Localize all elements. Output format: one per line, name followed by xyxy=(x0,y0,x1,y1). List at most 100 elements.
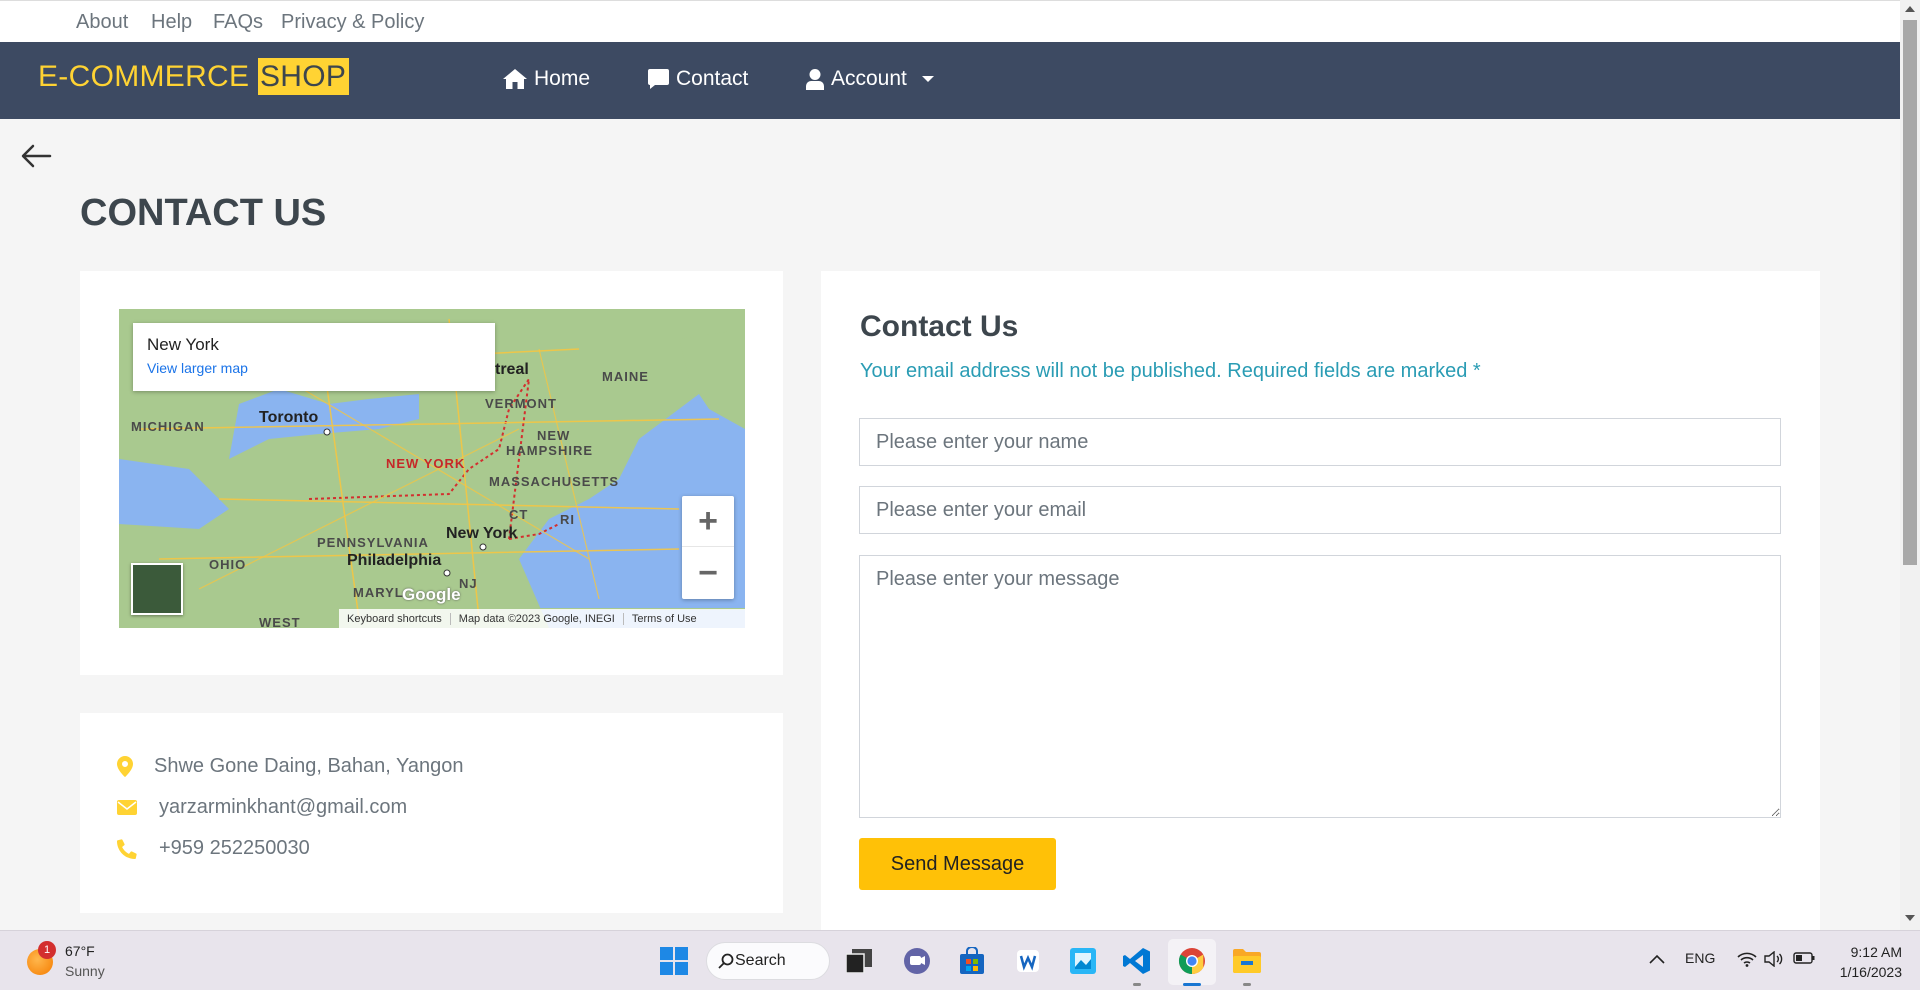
about-link[interactable]: About xyxy=(76,11,128,34)
chevron-up-icon xyxy=(1649,954,1665,964)
network-status[interactable] xyxy=(1737,951,1757,970)
top-bar: About Help FAQs Privacy & Policy xyxy=(0,0,1900,42)
map-label-michigan: MICHIGAN xyxy=(131,419,205,434)
map-label-new-york-state: NEW YORK xyxy=(386,456,466,471)
task-view-icon xyxy=(846,949,872,973)
scroll-thumb[interactable] xyxy=(1903,20,1917,565)
explorer-running-indicator xyxy=(1243,983,1251,986)
address-text: Shwe Gone Daing, Bahan, Yangon xyxy=(154,755,464,777)
image-app-icon xyxy=(1070,948,1096,974)
map-label-new-hampshire-1: NEW xyxy=(537,428,571,443)
scroll-up-arrow-icon[interactable] xyxy=(1905,6,1915,12)
clock-date: 1/16/2023 xyxy=(1839,964,1902,980)
arrow-left-icon xyxy=(21,144,52,168)
email-input[interactable] xyxy=(859,486,1781,534)
map-city-montreal: treal xyxy=(495,361,529,378)
map-label-new-hampshire-2: HAMPSHIRE xyxy=(506,443,594,458)
zoom-out-button[interactable]: − xyxy=(682,548,734,599)
language-indicator[interactable]: ENG xyxy=(1685,950,1715,966)
taskbar-search-label: Search xyxy=(735,952,786,969)
speaker-icon xyxy=(1764,950,1783,968)
email-text: yarzarminkhant@gmail.com xyxy=(159,796,408,818)
google-logo: Google xyxy=(402,585,461,604)
name-input[interactable] xyxy=(859,418,1781,466)
phone-text: +959 252250030 xyxy=(159,837,310,859)
document-app-icon xyxy=(1017,950,1039,972)
google-map[interactable]: MICHIGAN OHIO PENNSYLVANIA NEW YORK VERM… xyxy=(119,309,745,628)
show-hidden-icons[interactable] xyxy=(1649,951,1665,967)
vscode-running-indicator xyxy=(1133,983,1141,986)
address-row: Shwe Gone Daing, Bahan, Yangon xyxy=(117,755,464,778)
brand-main: E-COMMERCE xyxy=(38,60,250,93)
phone-row: +959 252250030 xyxy=(117,837,310,860)
home-icon xyxy=(503,69,527,89)
form-required-note: Your email address will not be published… xyxy=(860,360,1481,382)
main-navbar: E-COMMERCE SHOP Home Contact Account xyxy=(0,42,1900,119)
vscode-app[interactable] xyxy=(1119,943,1155,979)
nav-contact[interactable]: Contact xyxy=(648,67,748,91)
nav-home-label: Home xyxy=(534,67,591,90)
comment-icon xyxy=(648,69,669,89)
map-label-maryland: MARYL xyxy=(353,585,404,600)
nav-home[interactable]: Home xyxy=(503,67,590,91)
map-label-maine: MAINE xyxy=(602,369,649,384)
system-clock[interactable]: 9:12 AM 1/16/2023 xyxy=(1840,942,1902,982)
taskbar-search[interactable]: Search xyxy=(706,942,830,980)
map-label-ri: RI xyxy=(560,512,575,527)
map-marker-icon xyxy=(117,756,133,777)
teams-chat-app[interactable] xyxy=(899,943,935,979)
faqs-link[interactable]: FAQs xyxy=(213,11,263,34)
battery-icon xyxy=(1793,952,1815,964)
nav-account-dropdown[interactable]: Account xyxy=(806,67,934,91)
page-scrollbar[interactable] xyxy=(1900,0,1920,930)
start-button[interactable] xyxy=(656,943,692,979)
task-view-button[interactable] xyxy=(841,943,877,979)
windows-logo-icon xyxy=(660,947,688,975)
battery-status[interactable] xyxy=(1793,951,1815,968)
help-link[interactable]: Help xyxy=(151,11,192,34)
keyboard-shortcuts-link[interactable]: Keyboard shortcuts xyxy=(339,612,451,625)
weather-condition: Sunny xyxy=(65,963,105,979)
chrome-running-indicator xyxy=(1183,983,1201,986)
email-row: yarzarminkhant@gmail.com xyxy=(117,796,407,819)
weather-temperature: 67°F xyxy=(65,943,95,959)
file-explorer-app[interactable] xyxy=(1229,943,1265,979)
brand-highlight: SHOP xyxy=(257,58,350,95)
chat-icon xyxy=(904,948,930,974)
nav-account-label: Account xyxy=(831,67,907,90)
map-zoom-controls: + − xyxy=(682,496,734,599)
microsoft-store-app[interactable] xyxy=(954,943,990,979)
search-icon xyxy=(718,953,734,969)
map-data-attribution: Map data ©2023 Google, INEGI xyxy=(451,612,624,625)
user-icon xyxy=(806,68,824,90)
folder-icon xyxy=(1233,949,1261,973)
privacy-policy-link[interactable]: Privacy & Policy xyxy=(281,11,424,34)
phone-icon xyxy=(117,838,137,859)
map-label-vermont: VERMONT xyxy=(485,396,557,411)
vscode-icon xyxy=(1123,948,1150,974)
brand-logo[interactable]: E-COMMERCE SHOP xyxy=(38,58,350,95)
chevron-down-icon xyxy=(921,76,934,82)
photo-viewer-app[interactable] xyxy=(1065,943,1101,979)
scroll-down-arrow-icon[interactable] xyxy=(1905,915,1915,921)
send-message-button[interactable]: Send Message xyxy=(859,838,1056,890)
map-city-philadelphia: Philadelphia xyxy=(347,552,442,569)
volume-status[interactable] xyxy=(1764,950,1784,970)
terms-of-use-link[interactable]: Terms of Use xyxy=(624,613,705,625)
zoom-in-button[interactable]: + xyxy=(682,496,734,547)
map-label-ohio: OHIO xyxy=(209,557,247,572)
clock-time: 9:12 AM xyxy=(1850,944,1902,960)
store-bag-icon xyxy=(960,947,984,974)
chrome-app[interactable] xyxy=(1174,943,1210,979)
satellite-toggle[interactable] xyxy=(131,563,183,615)
form-title: Contact Us xyxy=(860,310,1019,343)
back-button[interactable] xyxy=(20,144,52,173)
chrome-icon xyxy=(1178,948,1205,975)
weather-notification-badge: 1 xyxy=(38,941,56,959)
map-label-pennsylvania: PENNSYLVANIA xyxy=(317,535,429,550)
view-larger-map-link[interactable]: View larger map xyxy=(147,360,248,376)
wifi-icon xyxy=(1737,952,1757,967)
nav-contact-label: Contact xyxy=(676,67,749,90)
message-textarea[interactable] xyxy=(859,555,1781,818)
wordpad-app[interactable] xyxy=(1010,943,1046,979)
